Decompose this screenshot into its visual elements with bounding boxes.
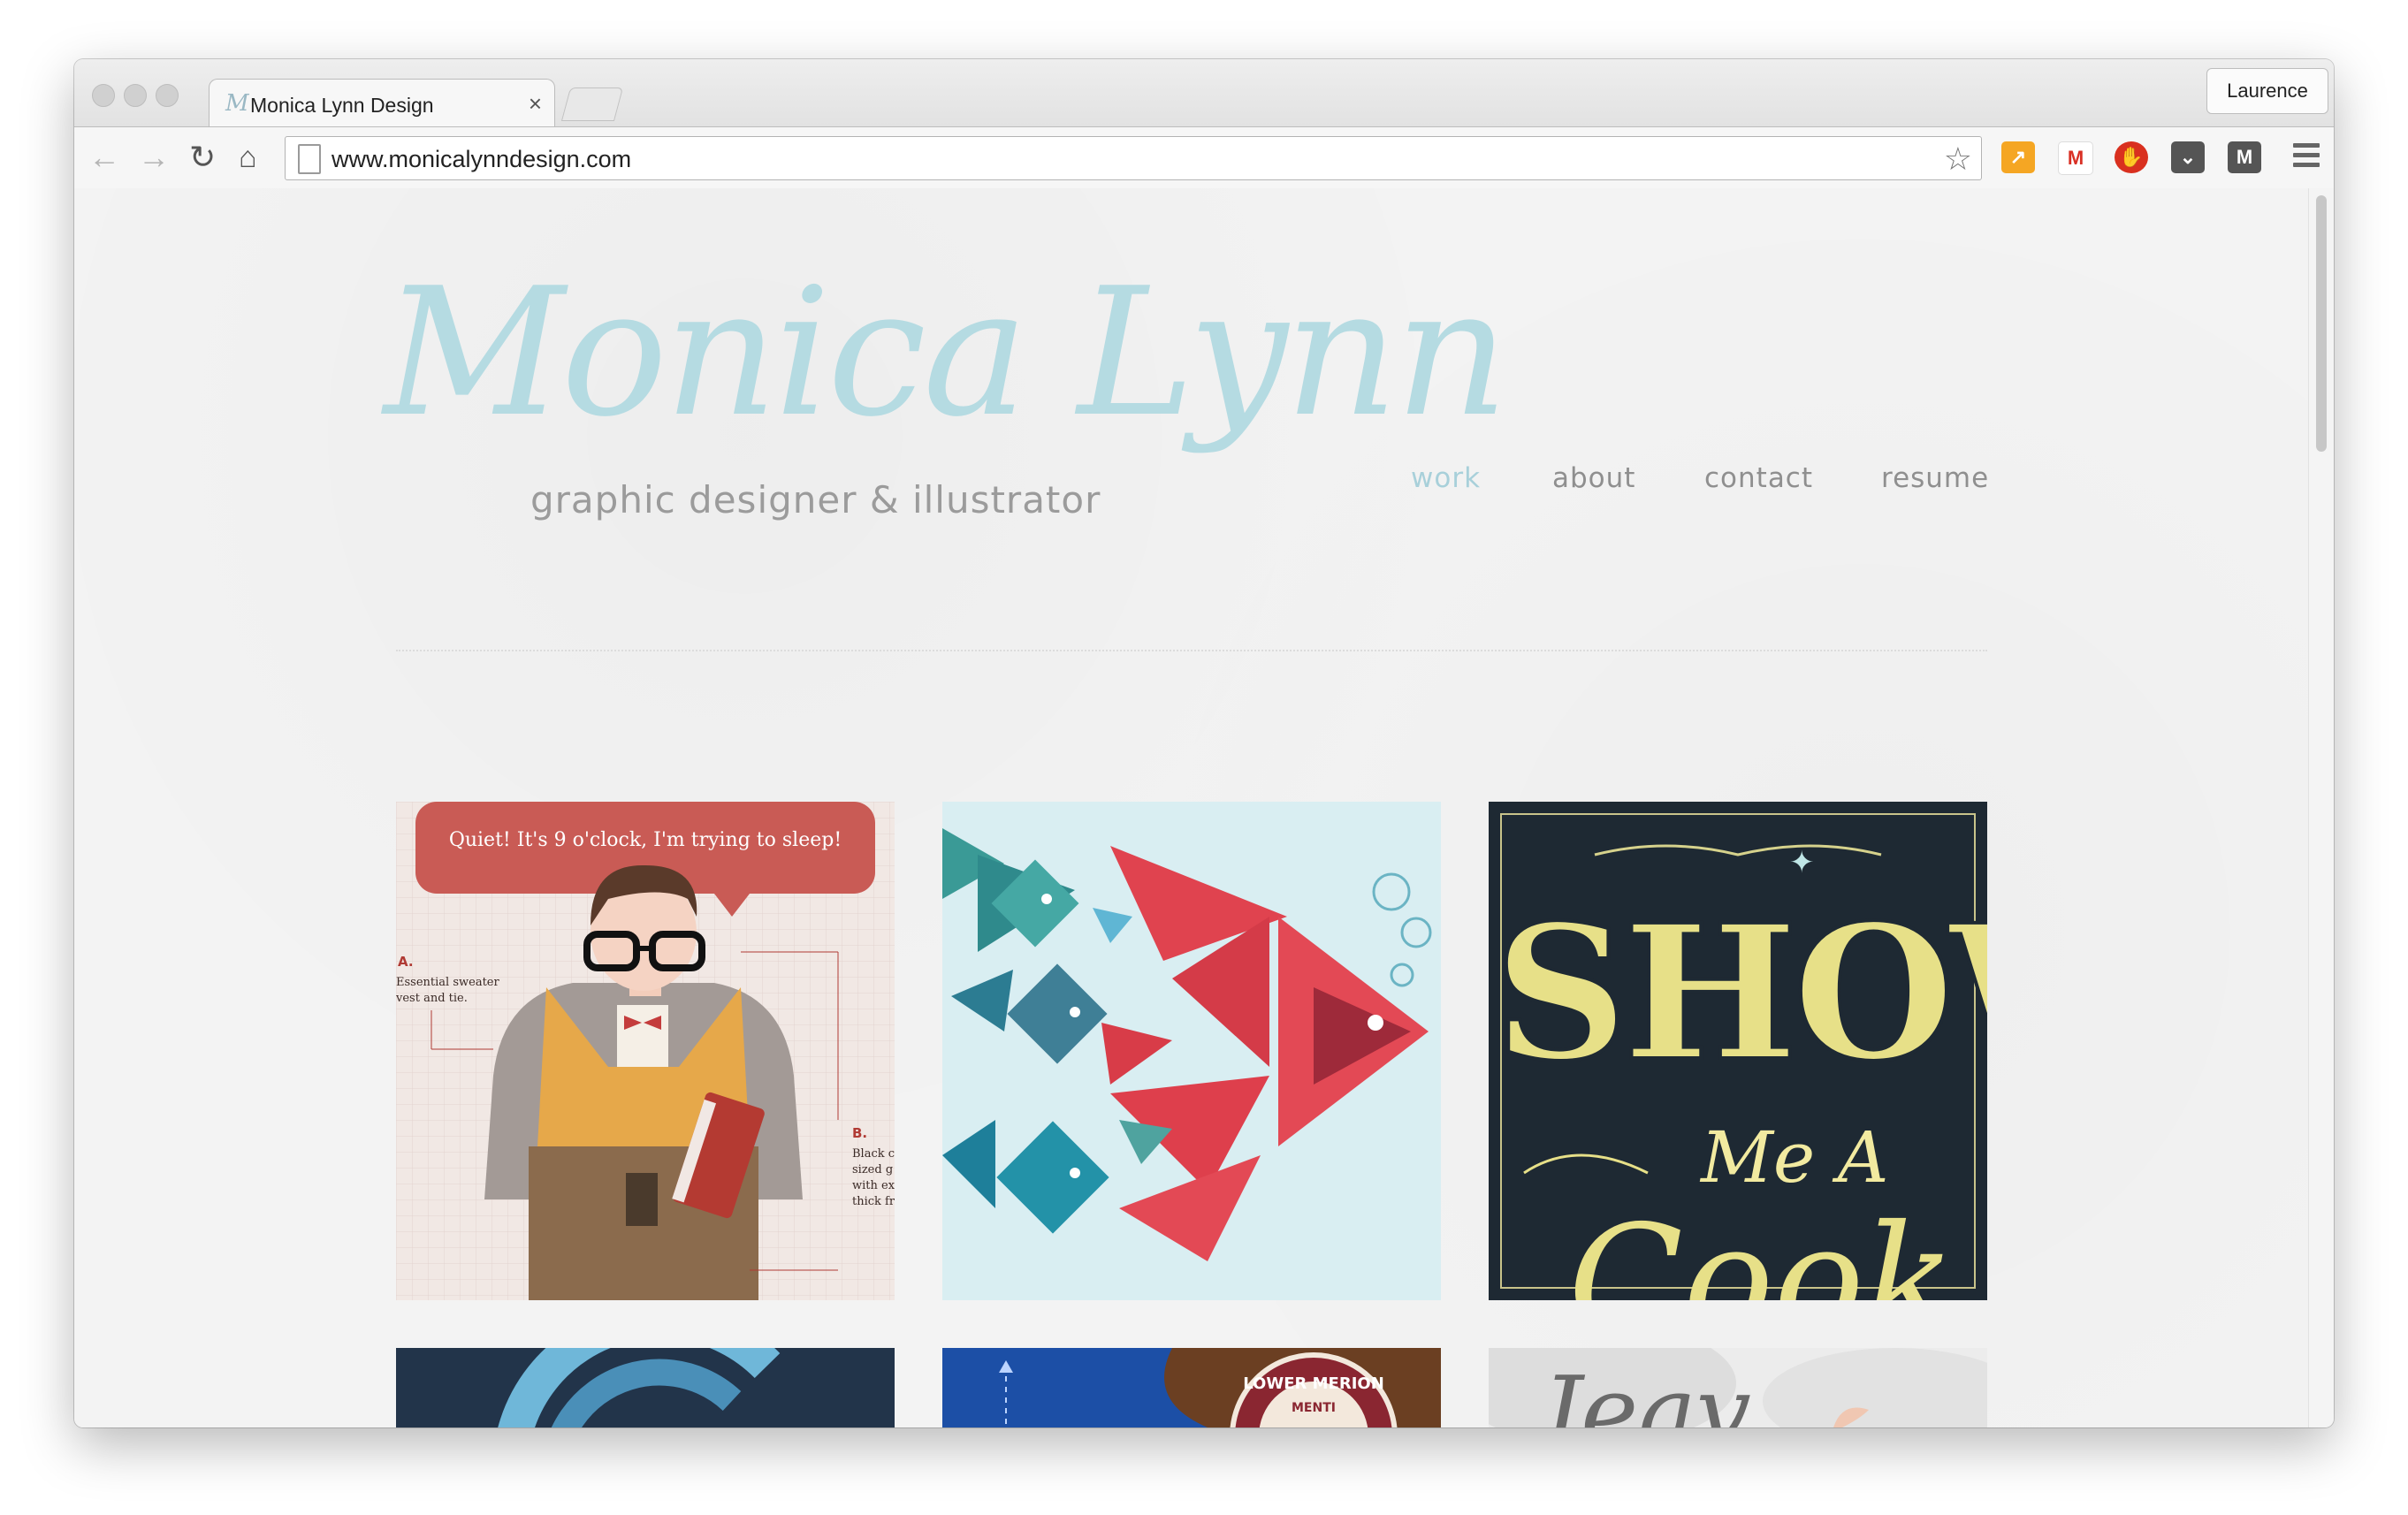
gmail-extension-icon[interactable]: M (2058, 141, 2093, 175)
portfolio-tile-nerd-illustration[interactable]: Quiet! It's 9 o'clock, I'm trying to sle… (396, 802, 895, 1300)
tile1-note-a-line1: Essential sweater (396, 976, 499, 989)
zoom-window-button[interactable] (156, 84, 179, 107)
profile-button[interactable]: Laurence (2206, 68, 2328, 114)
nav-resume[interactable]: resume (1881, 462, 1989, 494)
nav-contact[interactable]: contact (1704, 462, 1813, 494)
reload-icon[interactable]: ↻ (189, 138, 216, 177)
scrollbar-thumb[interactable] (2316, 195, 2327, 452)
tab-close-icon[interactable]: × (529, 90, 542, 118)
nav-work[interactable]: work (1411, 462, 1481, 494)
tab-title: Monica Lynn Design (250, 94, 434, 117)
tile1-speech-text: Quiet! It's 9 o'clock, I'm trying to sle… (449, 829, 842, 851)
browser-window: M Monica Lynn Design × Laurence ← → ↻ ⌂ … (74, 59, 2334, 1427)
tile3-word-show: SHOW (1494, 884, 1987, 1102)
browser-tab[interactable]: M Monica Lynn Design × (209, 79, 555, 129)
minimize-window-button[interactable] (124, 84, 147, 107)
bookmark-star-icon[interactable]: ☆ (1944, 141, 1972, 178)
nav-about[interactable]: about (1552, 462, 1635, 494)
tile1-note-b-line3: with ex (852, 1179, 895, 1192)
tile1-label-a: A. (398, 954, 414, 970)
back-icon[interactable]: ← (88, 138, 120, 177)
close-window-button[interactable] (92, 84, 115, 107)
tile3-word-cook: Cook (1568, 1193, 1955, 1300)
home-icon[interactable]: ⌂ (239, 138, 257, 177)
portfolio-tile-blue-graphic[interactable] (396, 1348, 895, 1427)
medium-extension-icon[interactable]: M (2228, 141, 2261, 173)
tile1-note-b-line4: thick fr (852, 1195, 895, 1208)
forward-icon[interactable]: → (138, 138, 170, 177)
tile1-note-a-line2: vest and tie. (396, 992, 468, 1005)
tile1-note-b-line1: Black c (852, 1147, 895, 1161)
header-divider (396, 650, 1987, 651)
portfolio-tile-geometric-fish[interactable] (942, 802, 1441, 1300)
site-tagline: graphic designer & illustrator (530, 478, 1101, 521)
analytics-extension-icon[interactable]: ↗ (2001, 141, 2035, 173)
url-text[interactable]: www.monicalynndesign.com (331, 146, 631, 173)
webpage: Monica Lynn graphic designer & illustrat… (74, 188, 2309, 1427)
portfolio-tile-lower-merion[interactable]: LOWER MERION MENTI (942, 1348, 1441, 1427)
new-tab-button[interactable] (560, 88, 624, 121)
site-logo[interactable]: Monica Lynn (384, 250, 1509, 456)
browser-toolbar: ← → ↻ ⌂ www.monicalynndesign.com ☆ ↗ M ✋… (74, 126, 2334, 190)
pocket-extension-icon[interactable]: ⌄ (2171, 141, 2205, 173)
adblock-extension-icon[interactable]: ✋ (2115, 141, 2148, 173)
tile3-word-me-a: Me A (1699, 1116, 1888, 1199)
tile5-seal-text: LOWER MERION (1243, 1374, 1384, 1393)
portfolio-tile-watercolor-script[interactable]: Jeav (1489, 1348, 1987, 1427)
browser-menu-icon[interactable] (2293, 143, 2320, 172)
tile6-script-text: Jeav (1525, 1355, 1751, 1427)
page-icon (298, 144, 321, 174)
tile1-label-b: B. (852, 1125, 867, 1141)
title-bar: M Monica Lynn Design × Laurence (74, 59, 2334, 129)
svg-text:✦: ✦ (1789, 845, 1815, 880)
portfolio-tile-chalk-lettering[interactable]: ✦ SHOW Me A Cook (1489, 802, 1987, 1300)
tile1-note-b-line2: sized g (852, 1163, 893, 1176)
address-bar[interactable]: www.monicalynndesign.com ☆ (285, 136, 1982, 180)
tile5-seal-inner-text: MENTI (1292, 1401, 1336, 1415)
page-scrollbar[interactable] (2308, 188, 2334, 1427)
site-favicon-icon: M (225, 90, 249, 117)
